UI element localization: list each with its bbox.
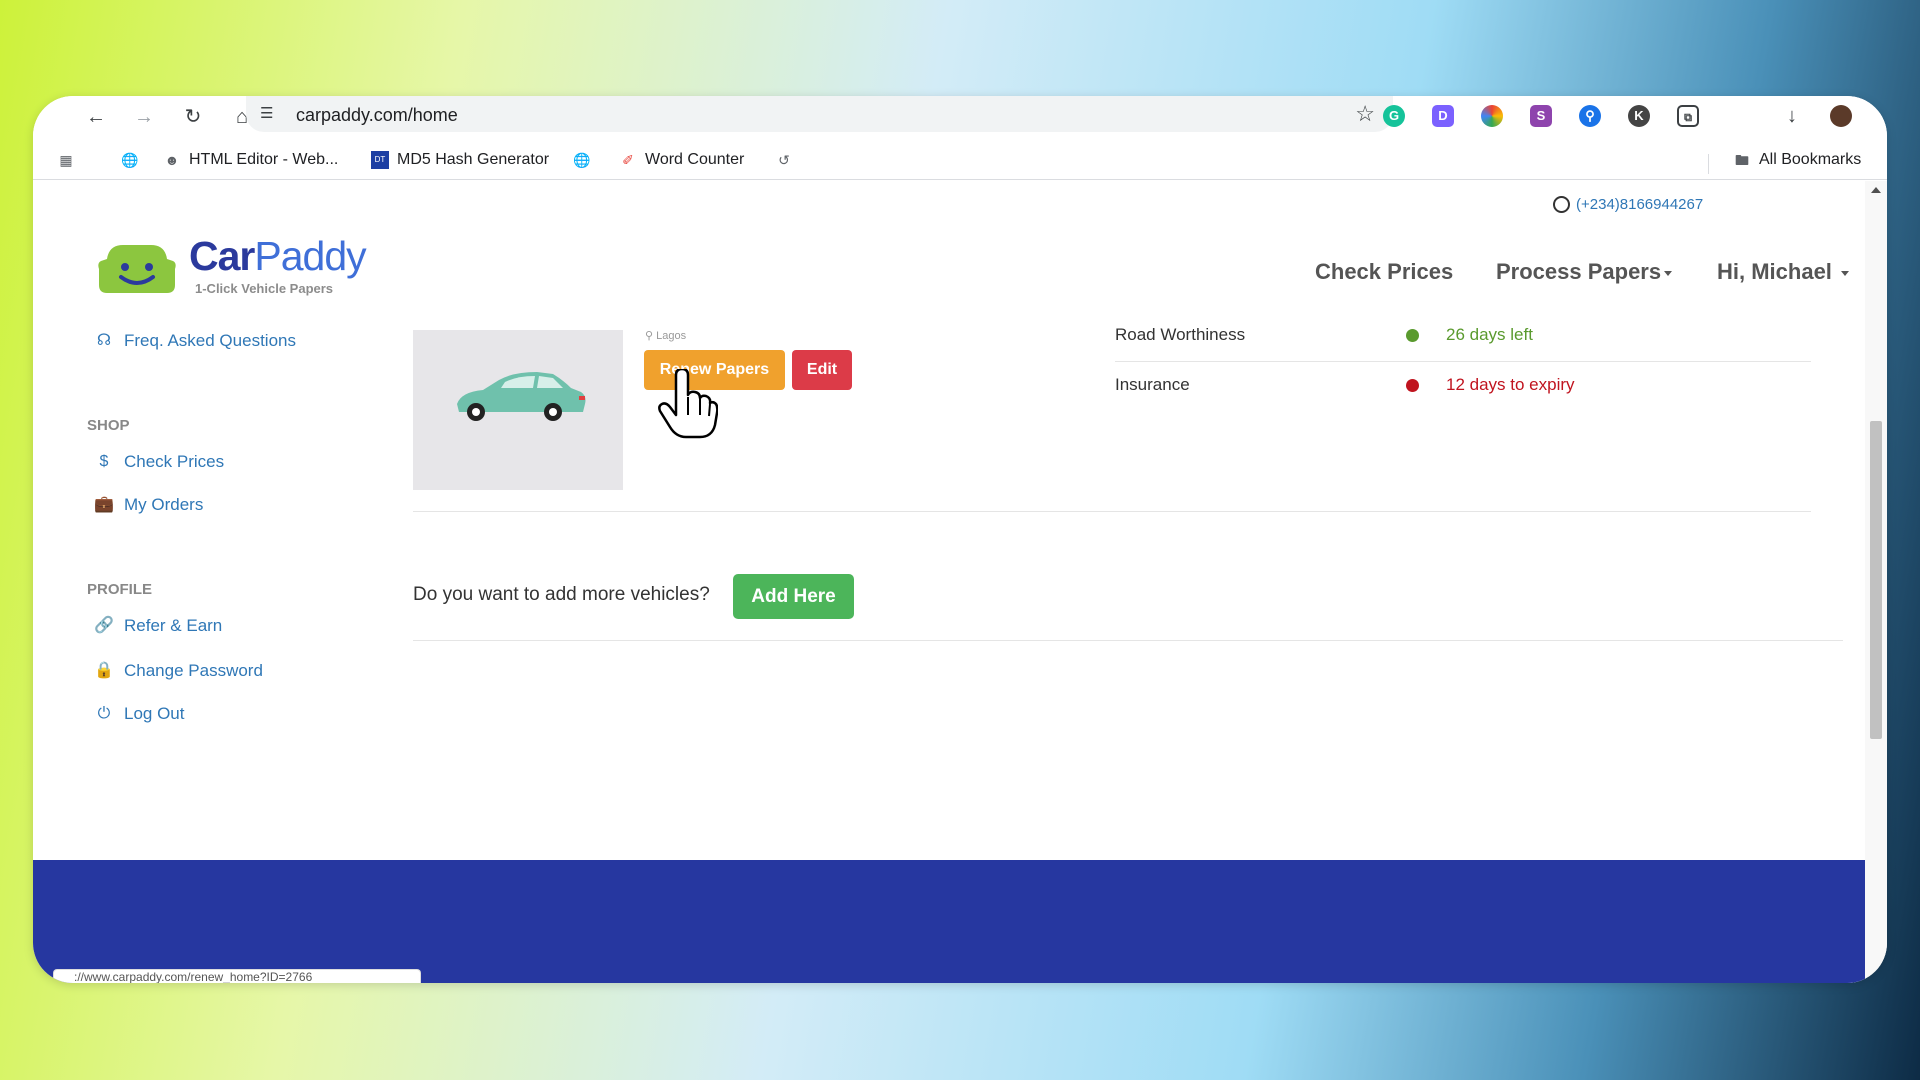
bookmark-word-counter[interactable]: ✐ Word Counter [619, 151, 744, 169]
download-icon[interactable]: ↓ [1781, 105, 1803, 127]
sidebar-item-faq[interactable]: ☊ Freq. Asked Questions [94, 331, 296, 351]
location-label: Lagos [656, 330, 687, 342]
globe-icon[interactable]: 🌐 [121, 151, 139, 169]
scroll-thumb[interactable] [1870, 421, 1882, 739]
extension-k-icon[interactable]: K [1628, 105, 1650, 127]
nav-process-papers[interactable]: Process Papers [1496, 259, 1673, 285]
url-text: carpaddy.com/home [296, 105, 458, 125]
extension-s-icon[interactable]: S [1530, 105, 1552, 127]
bookmark-label: Word Counter [645, 151, 745, 168]
car-icon [457, 372, 586, 421]
add-vehicle-prompt: Do you want to add more vehicles? [413, 584, 710, 605]
caret-down-icon [1664, 270, 1673, 276]
vehicle-location: ⚲ Lagos [645, 329, 686, 342]
apps-grid-icon[interactable]: ▦ [57, 151, 75, 169]
logo-word-paddy: Paddy [254, 233, 366, 279]
site-info-icon[interactable]: ☰ [260, 104, 280, 124]
logo-wordmark: CarPaddy [189, 233, 367, 280]
color-picker-icon[interactable] [1481, 105, 1503, 127]
scroll-up-arrow-icon[interactable] [1871, 187, 1881, 193]
bookmark-html-editor[interactable]: ☻ HTML Editor - Web... [163, 151, 339, 169]
globe-icon[interactable]: 🌐 [573, 151, 591, 169]
vehicle-image [413, 330, 623, 490]
headset-icon: ☊ [96, 332, 112, 349]
link-hover-status-bar: ://www.carpaddy.com/renew_home?ID=2766 [53, 969, 421, 983]
caret-down-icon [1841, 270, 1850, 276]
extension-d-icon[interactable]: D [1432, 105, 1454, 127]
status-value: 26 days left [1446, 325, 1533, 344]
sidebar-item-label: Refer & Earn [124, 616, 223, 635]
nav-process-papers-label: Process Papers [1496, 259, 1662, 284]
bookmarks-divider [1708, 154, 1709, 174]
map-pin-icon: ⚲ [645, 330, 654, 342]
power-icon: ⏻ [97, 705, 111, 722]
add-here-button[interactable]: Add Here [733, 574, 854, 619]
all-bookmarks-label: All Bookmarks [1759, 151, 1862, 168]
sidebar-heading-shop: SHOP [87, 417, 130, 434]
extensions-puzzle-icon[interactable]: ⧉ [1677, 105, 1699, 127]
sidebar-item-label: My Orders [124, 495, 204, 514]
bookmark-label: HTML Editor - Web... [189, 151, 339, 168]
sidebar-item-check-prices[interactable]: $ Check Prices [94, 452, 225, 472]
sidebar-heading-profile: PROFILE [87, 581, 153, 598]
user-greeting: Hi, Michael [1717, 259, 1832, 284]
sidebar-item-refer-earn[interactable]: 🔗 Refer & Earn [94, 616, 222, 636]
bookmark-star-icon[interactable]: ☆ [1355, 101, 1375, 127]
address-bar[interactable]: ☰ carpaddy.com/home ☆ [246, 96, 1393, 132]
site-footer [33, 860, 1865, 983]
logo-tagline: 1-Click Vehicle Papers [195, 281, 334, 296]
edit-vehicle-button[interactable]: Edit [792, 350, 852, 390]
status-name: Insurance [1115, 375, 1190, 394]
browser-toolbar: ← → ↻ ⌂ ☰ carpaddy.com/home ☆ G D S ⚲ K … [33, 96, 1887, 142]
status-row-road-worthiness: Road Worthiness 26 days left [1115, 311, 1811, 360]
sidebar-item-my-orders[interactable]: 💼 My Orders [94, 495, 203, 515]
logo-mascot-icon [98, 245, 176, 293]
sidebar-item-label: Freq. Asked Questions [124, 331, 296, 350]
sidebar-item-log-out[interactable]: ⏻ Log Out [94, 704, 185, 724]
back-icon[interactable]: ← [81, 102, 111, 132]
sidebar-item-label: Log Out [124, 704, 185, 723]
carpaddy-logo[interactable]: CarPaddy 1-Click Vehicle Papers [97, 233, 387, 303]
nav-check-prices[interactable]: Check Prices [1315, 259, 1453, 285]
status-name: Road Worthiness [1115, 325, 1246, 344]
dans-tools-icon: DT [371, 151, 389, 169]
whatsapp-icon [1553, 196, 1570, 213]
status-value: 12 days to expiry [1446, 375, 1575, 394]
contact-phone[interactable]: (+234)8166944267 [1553, 196, 1703, 213]
grammarly-icon[interactable]: G [1383, 105, 1405, 127]
sidebar-item-label: Change Password [124, 661, 263, 680]
person-icon: ☻ [164, 152, 180, 168]
menu-kebab-icon[interactable]: ⋮ [1878, 105, 1887, 127]
section-divider [413, 511, 1811, 512]
all-bookmarks[interactable]: 🖿 All Bookmarks [1733, 151, 1861, 169]
forward-icon[interactable]: → [129, 102, 159, 132]
lock-icon: 🔒 [94, 662, 114, 679]
dollar-icon: $ [99, 453, 109, 470]
web-page: (+234)8166944267 CarPaddy 1-Click Vehicl… [33, 181, 1865, 983]
briefcase-icon: 💼 [94, 496, 114, 513]
hand-pointer-cursor-icon [658, 369, 718, 439]
status-row-insurance: Insurance 12 days to expiry [1115, 361, 1811, 410]
nav-user-menu[interactable]: Hi, Michael [1717, 259, 1850, 285]
section-divider [413, 640, 1843, 641]
reload-icon[interactable]: ↻ [178, 102, 208, 132]
logo-word-car: Car [189, 233, 255, 279]
extension-search-icon[interactable]: ⚲ [1579, 105, 1601, 127]
history-icon[interactable]: ↺ [775, 151, 793, 169]
folder-icon: 🖿 [1735, 152, 1749, 168]
status-dot-red [1406, 379, 1419, 392]
page-scrollbar[interactable] [1865, 181, 1887, 983]
sidebar-item-label: Check Prices [124, 452, 225, 471]
profile-avatar-icon[interactable] [1830, 105, 1852, 127]
bookmarks-bar: ▦ 🌐 ☻ HTML Editor - Web... DT MD5 Hash G… [33, 142, 1887, 180]
phone-number: (+234)8166944267 [1576, 196, 1704, 213]
bookmark-label: MD5 Hash Generator [397, 151, 550, 168]
status-dot-green [1406, 329, 1419, 342]
sidebar-item-change-password[interactable]: 🔒 Change Password [94, 661, 263, 681]
browser-window: ← → ↻ ⌂ ☰ carpaddy.com/home ☆ G D S ⚲ K … [33, 96, 1887, 983]
word-counter-icon: ✐ [622, 152, 634, 168]
bookmark-md5-generator[interactable]: DT MD5 Hash Generator [371, 151, 549, 169]
link-icon: 🔗 [94, 617, 114, 634]
